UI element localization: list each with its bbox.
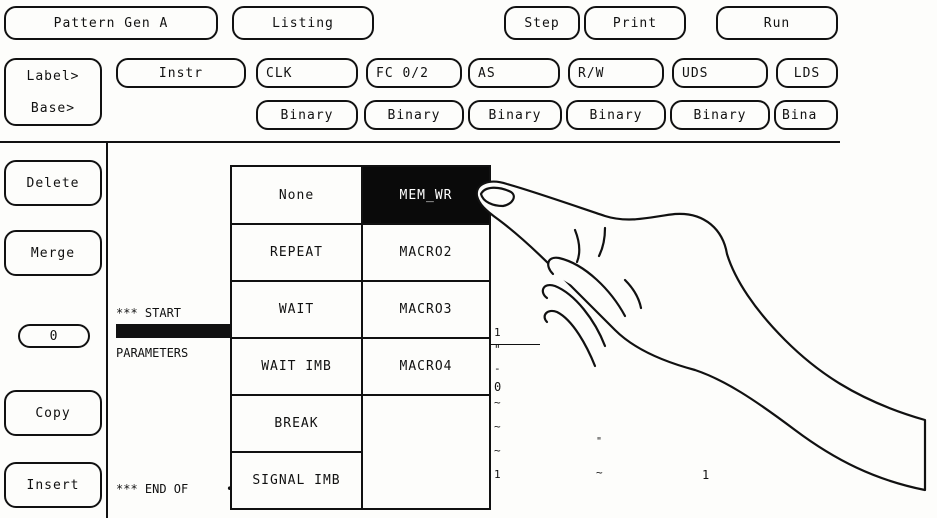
pointing-hand-illustration <box>475 180 927 492</box>
label-uds[interactable]: UDS <box>672 58 768 88</box>
counter-field[interactable]: 0 <box>18 324 90 348</box>
base-as[interactable]: Binary <box>468 100 562 130</box>
base-lds[interactable]: Bina <box>774 100 838 130</box>
base-clk[interactable]: Binary <box>256 100 358 130</box>
option-none[interactable]: None <box>232 167 363 225</box>
label-base-button[interactable]: Label> Base> <box>4 58 102 126</box>
option-wait[interactable]: WAIT <box>232 282 363 339</box>
label-clk[interactable]: CLK <box>256 58 358 88</box>
option-wait-imb[interactable]: WAIT IMB <box>232 339 363 396</box>
delete-button[interactable]: Delete <box>4 160 102 206</box>
option-repeat[interactable]: REPEAT <box>232 225 363 282</box>
step-button[interactable]: Step <box>504 6 580 40</box>
listing-cursor-bar <box>116 324 232 338</box>
option-break[interactable]: BREAK <box>232 396 363 453</box>
label-lds[interactable]: LDS <box>776 58 838 88</box>
label-rw[interactable]: R/W <box>568 58 664 88</box>
header-divider <box>0 141 840 143</box>
listing-end-marker: *** END OF <box>116 482 189 496</box>
sidebar-divider <box>106 141 108 518</box>
listing-parameters-label: PARAMETERS <box>116 346 189 360</box>
pattern-gen-title-button[interactable]: Pattern Gen A <box>4 6 218 40</box>
base-uds[interactable]: Binary <box>670 100 770 130</box>
instruction-popup-menu: None REPEAT WAIT WAIT IMB BREAK SIGNAL I… <box>230 165 491 510</box>
listing-start-marker: *** START <box>116 306 182 320</box>
option-signal-imb[interactable]: SIGNAL IMB <box>232 453 363 508</box>
insert-button[interactable]: Insert <box>4 462 102 508</box>
merge-button[interactable]: Merge <box>4 230 102 276</box>
label-instr[interactable]: Instr <box>116 58 246 88</box>
base-rw[interactable]: Binary <box>566 100 666 130</box>
label-fc[interactable]: FC 0/2 <box>366 58 462 88</box>
listing-menu-button[interactable]: Listing <box>232 6 374 40</box>
label-row-caption: Label> <box>26 68 80 84</box>
print-button[interactable]: Print <box>584 6 686 40</box>
base-fc[interactable]: Binary <box>364 100 464 130</box>
copy-button[interactable]: Copy <box>4 390 102 436</box>
run-button[interactable]: Run <box>716 6 838 40</box>
label-as[interactable]: AS <box>468 58 560 88</box>
base-row-caption: Base> <box>30 100 76 116</box>
